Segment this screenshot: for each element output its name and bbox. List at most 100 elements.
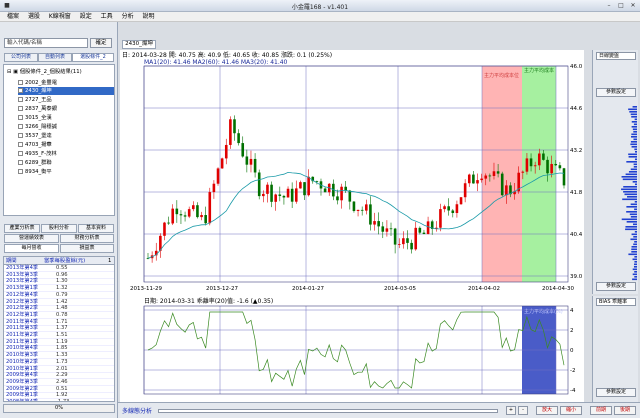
candle-body [377,221,380,227]
monthly-revenue-button[interactable]: 每月營收 [4,244,59,253]
chart-info-text: 日: 2014-03-28 開: 40.75 高: 40.9 低: 40.65 … [122,51,332,59]
candle-body [459,197,463,205]
performance-button[interactable]: 營運績效表 [4,234,59,243]
basic-info-button[interactable]: 基本資料 [78,224,114,233]
dividend-analysis-button[interactable]: 股利分析 [41,224,77,233]
tree-item[interactable]: 6289_群聯 [18,159,114,167]
candle-body [183,215,187,217]
industry-analysis-button[interactable]: 產業分析表 [4,224,40,233]
tree-item[interactable]: 2002_金豐電 [18,79,114,87]
tree-item[interactable]: 2837_萬泰銀 [18,105,114,113]
menu-file[interactable]: 檔案 [7,12,19,22]
tab-auto-list[interactable]: 自動列表 [38,53,72,62]
candle-body [463,183,467,198]
volume-profile-bar [634,183,637,186]
eps-table-header: 期間 當季每股盈餘(元) 1 [4,257,114,265]
candle-body [533,165,537,167]
candle-body [220,158,224,169]
candle-body [447,206,450,211]
candlestick-chart[interactable]: 日: 2014-03-28 開: 40.75 高: 40.9 低: 40.65 … [120,50,584,298]
y-tick-label: 46.0 [570,64,583,70]
menu-kline[interactable]: K線視窗 [49,12,71,22]
close-button[interactable]: ✕ [628,2,638,10]
maximize-button[interactable]: □ [616,2,626,10]
table-row[interactable]: 2008年第4季 -1.73 [4,399,114,401]
volume-profile-bar [634,151,637,153]
zoom-minus-button[interactable]: - [518,406,528,415]
shrink-button[interactable]: 縮小 [560,406,582,415]
eps-table: 期間 當季每股盈餘(元) 1 2013年第4季 0.55 2013年第3季 0.96 2… [3,256,115,402]
candle-body [270,184,273,202]
sub-y-tick: -4 [570,388,576,394]
candle-body [187,209,191,217]
tree-item[interactable]: 8934_衡平 [18,168,114,176]
app-icon: ■ [4,2,10,9]
menu-select[interactable]: 選股 [28,12,40,22]
tab-company-list[interactable]: 公司列表 [4,53,38,62]
x-tick-label: 2013-12-27 [206,286,238,292]
tree-item-selected[interactable]: 2430_燦坤 [18,87,114,95]
time-scrollbar[interactable] [158,409,498,413]
sub-y-tick: 0 [570,348,574,354]
candle-body [348,190,352,202]
volume-profile-bar [633,163,637,166]
candle-body [290,188,294,202]
candle-body [167,222,170,224]
tree-item[interactable]: 3266_陽穩誠 [18,123,114,131]
volume-profile-bar [633,123,637,126]
param-settings-button-top[interactable]: 參數設定 [596,88,636,97]
volume-profile-bar [628,171,637,173]
candle-body [299,182,302,189]
candle-body [274,194,277,202]
volume-profile-bar [621,176,637,178]
menu-settings[interactable]: 設定 [80,12,92,22]
search-ok-button[interactable]: 確定 [90,38,112,48]
param-settings-button-mid[interactable]: 參數設定 [596,282,636,291]
volume-profile-bar [631,116,637,118]
candle-body [241,143,245,157]
menu-help[interactable]: 說明 [143,12,155,22]
volume-profile-bar [628,108,637,111]
tree-item[interactable]: 3537_堡達 [18,132,114,140]
volume-profile-bar [634,158,637,161]
tree-item-label: 2727_王品 [25,97,52,103]
candle-body [406,238,409,243]
indicator-select-bottom[interactable]: BIAS 乖離率 [596,298,636,306]
doc-icon [18,106,23,111]
volume-profile-bar [628,156,637,158]
volume-profile-bar [633,166,637,168]
volume-profile-bar [626,221,637,223]
indicator-select-top[interactable]: 日線變盤 [596,52,636,60]
menu-analysis[interactable]: 分析 [122,12,134,22]
tab-stock[interactable]: 2430_燦坤 [122,40,156,49]
param-settings-button-bottom[interactable]: 參數設定 [596,388,636,397]
minimize-button[interactable]: – [604,2,614,10]
finance-analysis-button[interactable]: 財務分析表 [60,234,114,243]
volume-profile-bar [632,181,637,183]
candle-body [323,188,327,193]
tree-item[interactable]: 3015_全漢 [18,114,114,122]
volume-profile-bar [632,106,637,108]
volume-profile-bar [626,161,637,163]
enlarge-button[interactable]: 放大 [536,406,558,415]
doc-icon [18,124,23,129]
tab-select-condition[interactable]: 選股條件_2 [72,53,114,62]
income-statement-button[interactable]: 損益表 [60,244,114,253]
next-button[interactable]: 後期 [614,406,636,415]
tree-root[interactable]: ⊟ ▣ 個股條件_2_個股結果(11) [7,68,117,76]
volume-profile-bar [634,118,637,121]
volume-profile-bar [633,263,637,266]
stock-tree: ⊟ ▣ 個股條件_2_個股結果(11) 2002_金豐電 2430_燦坤 272… [3,64,115,216]
tree-item-label: 2430_燦坤 [25,88,52,94]
candle-body [373,221,376,225]
menu-tools[interactable]: 工具 [101,12,113,22]
search-input[interactable]: 輸入代碼/名稱 [4,38,88,48]
tree-item[interactable]: 4935_F-茂林 [18,150,114,158]
bias-chart[interactable]: 日期: 2014-03-31 乖離率(20)值: -1.6 (▲0.35) 主力平… [120,296,584,402]
doc-icon [18,115,23,120]
previous-button[interactable]: 前期 [590,406,612,415]
tree-item[interactable]: 4703_揚華 [18,141,114,149]
tree-item[interactable]: 2727_王品 [18,96,114,104]
zoom-plus-button[interactable]: + [506,406,516,415]
candle-body [229,119,232,145]
